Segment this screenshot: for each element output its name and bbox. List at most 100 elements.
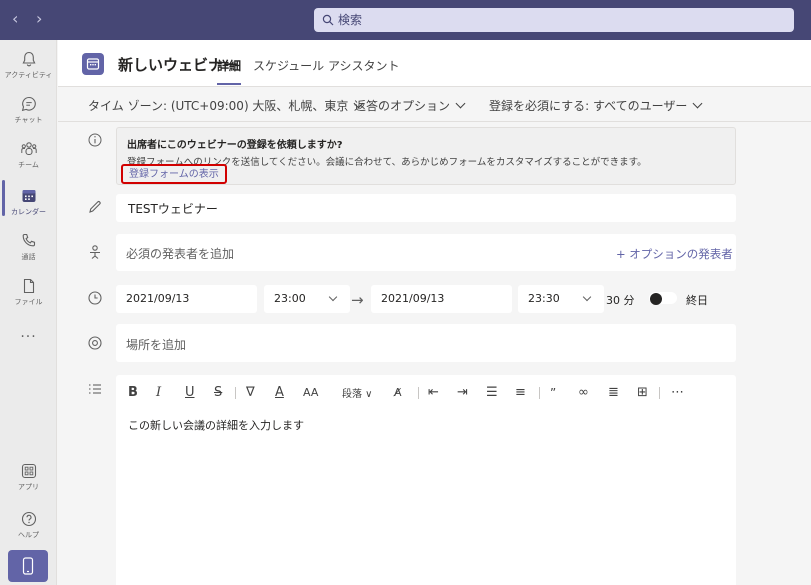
info-icon — [86, 131, 106, 151]
start-time-value: 23:00 — [274, 292, 306, 305]
italic-icon[interactable]: I — [156, 385, 161, 401]
duration-label: 30 分 — [606, 294, 635, 307]
chevron-down-icon — [328, 292, 338, 302]
all-day-label: 終日 — [686, 294, 708, 307]
presenter-icon — [86, 243, 106, 263]
decrease-indent-icon[interactable]: ⇤ — [428, 385, 439, 401]
rail-item-activity[interactable]: アクティビティ — [0, 50, 57, 80]
underline-icon[interactable]: U — [185, 385, 195, 401]
toolbar-divider — [235, 387, 236, 399]
rail-label: ファイル — [14, 298, 43, 306]
optional-presenter-link[interactable]: + オプションの発表者 — [616, 246, 733, 262]
location-placeholder: 場所を追加 — [126, 338, 187, 352]
bullet-list-icon[interactable]: ☰ — [486, 385, 498, 401]
rail-label: アクティビティ — [4, 71, 53, 79]
rail-item-calendar[interactable]: カレンダー — [0, 187, 57, 217]
presenter-field[interactable]: 必須の発表者を追加 + オプションの発表者 — [116, 234, 736, 271]
clock-icon — [86, 289, 106, 309]
font-size-icon[interactable]: AA — [303, 385, 318, 401]
more-apps-icon[interactable]: ... — [0, 325, 57, 341]
toolbar-divider — [539, 387, 540, 399]
toolbar-divider — [418, 387, 419, 399]
quote-icon[interactable]: ” — [550, 385, 556, 401]
device-button[interactable] — [8, 550, 48, 582]
mobile-device-icon — [22, 557, 34, 575]
pencil-icon — [86, 198, 106, 218]
more-options-icon[interactable]: ⋯ — [671, 385, 684, 401]
align-icon[interactable]: ≣ — [608, 385, 619, 401]
phone-icon — [22, 233, 35, 247]
end-time-select[interactable]: 23:30 — [518, 285, 604, 313]
registration-notice: 出席者にこのウェビナーの登録を依頼しますか? 登録フォームへのリンクを送信してく… — [116, 127, 736, 185]
end-time-value: 23:30 — [528, 292, 560, 305]
view-registration-form-link[interactable]: 登録フォームの表示 — [121, 164, 227, 184]
app-rail: アクティビティ チャット チーム カレンダー 通話 ファイル ... アプリ ヘ… — [0, 40, 57, 585]
registration-label: 登録を必須にする: すべてのユーザー — [489, 99, 688, 113]
registration-dropdown[interactable]: 登録を必須にする: すべてのユーザー — [489, 97, 703, 114]
format-toolbar: B I U S ∇ A AA 段落 ∨ A̸ ⇤ ⇥ ☰ ≡ ” ∞ ≣ ⊞ ⋯ — [116, 375, 736, 411]
details-editor[interactable]: B I U S ∇ A AA 段落 ∨ A̸ ⇤ ⇥ ☰ ≡ ” ∞ ≣ ⊞ ⋯… — [116, 375, 736, 585]
meeting-options-bar: タイム ゾーン: (UTC+09:00) 大阪、札幌、東京 返答のオプション 登… — [58, 88, 811, 122]
rail-item-calls[interactable]: 通話 — [0, 232, 57, 262]
calendar-icon — [22, 190, 35, 202]
chevron-down-icon — [692, 98, 703, 109]
timezone-dropdown[interactable]: タイム ゾーン: (UTC+09:00) 大阪、札幌、東京 — [88, 97, 364, 114]
toggle-knob — [650, 293, 662, 305]
teams-icon — [20, 142, 37, 156]
presenter-placeholder: 必須の発表者を追加 — [126, 247, 235, 261]
start-time-select[interactable]: 23:00 — [264, 285, 350, 313]
link-icon[interactable]: ∞ — [578, 385, 589, 401]
all-day-toggle[interactable] — [648, 291, 678, 305]
details-placeholder: この新しい会議の詳細を入力します — [128, 419, 304, 432]
notice-title: 出席者にこのウェビナーの登録を依頼しますか? — [127, 140, 343, 151]
rail-label: 通話 — [21, 253, 36, 261]
start-date-field[interactable]: 2021/09/13 — [116, 285, 257, 313]
search-icon — [322, 14, 334, 26]
table-icon[interactable]: ⊞ — [637, 385, 648, 401]
start-date-value: 2021/09/13 — [126, 292, 190, 305]
arrow-right-icon: → — [351, 291, 364, 309]
tab-details[interactable]: 詳細 — [217, 57, 242, 85]
paragraph-label: 段落 — [342, 389, 362, 400]
location-field[interactable]: 場所を追加 — [116, 324, 736, 362]
response-options-label: 返答のオプション — [354, 99, 451, 113]
end-date-value: 2021/09/13 — [381, 292, 445, 305]
help-icon — [21, 511, 36, 527]
chevron-right-icon[interactable]: › — [36, 10, 42, 28]
rail-label: カレンダー — [11, 208, 46, 216]
rail-item-chat[interactable]: チャット — [0, 95, 57, 125]
response-options-dropdown[interactable]: 返答のオプション — [354, 97, 466, 114]
webinar-calendar-icon — [82, 53, 104, 75]
search-placeholder: 検索 — [338, 13, 363, 27]
increase-indent-icon[interactable]: ⇥ — [457, 385, 468, 401]
end-date-field[interactable]: 2021/09/13 — [371, 285, 512, 313]
title-field[interactable]: TESTウェビナー — [116, 194, 736, 222]
rail-label: ヘルプ — [18, 531, 39, 539]
file-icon — [23, 278, 34, 294]
chevron-down-icon — [582, 292, 592, 302]
search-input[interactable]: 検索 — [314, 8, 794, 32]
rail-label: チャット — [14, 116, 43, 124]
font-color-icon[interactable]: A — [275, 385, 284, 401]
rail-item-apps[interactable]: アプリ — [0, 462, 57, 492]
tab-scheduling-assistant[interactable]: スケジュール アシスタント — [253, 57, 400, 74]
highlight-icon[interactable]: ∇ — [246, 385, 255, 401]
rail-item-help[interactable]: ヘルプ — [0, 510, 57, 540]
meeting-header: 新しいウェビナー 詳細 スケジュール アシスタント — [58, 40, 811, 87]
apps-icon — [21, 463, 36, 479]
rail-label: アプリ — [18, 483, 39, 491]
chevron-left-icon[interactable]: ‹ — [12, 10, 18, 28]
title-bar: ‹ › 検索 — [0, 0, 811, 40]
details-list-icon — [86, 380, 106, 400]
title-value: TESTウェビナー — [128, 202, 218, 216]
chat-icon — [21, 96, 36, 112]
clear-format-icon[interactable]: A̸ — [394, 385, 402, 401]
strikethrough-icon[interactable]: S — [214, 385, 222, 401]
rail-item-teams[interactable]: チーム — [0, 140, 57, 170]
bold-icon[interactable]: B — [128, 385, 138, 401]
chevron-down-icon — [455, 98, 466, 109]
rail-label: チーム — [18, 161, 39, 169]
paragraph-style-dropdown[interactable]: 段落 ∨ — [342, 387, 373, 403]
rail-item-files[interactable]: ファイル — [0, 277, 57, 307]
numbered-list-icon[interactable]: ≡ — [515, 385, 526, 401]
